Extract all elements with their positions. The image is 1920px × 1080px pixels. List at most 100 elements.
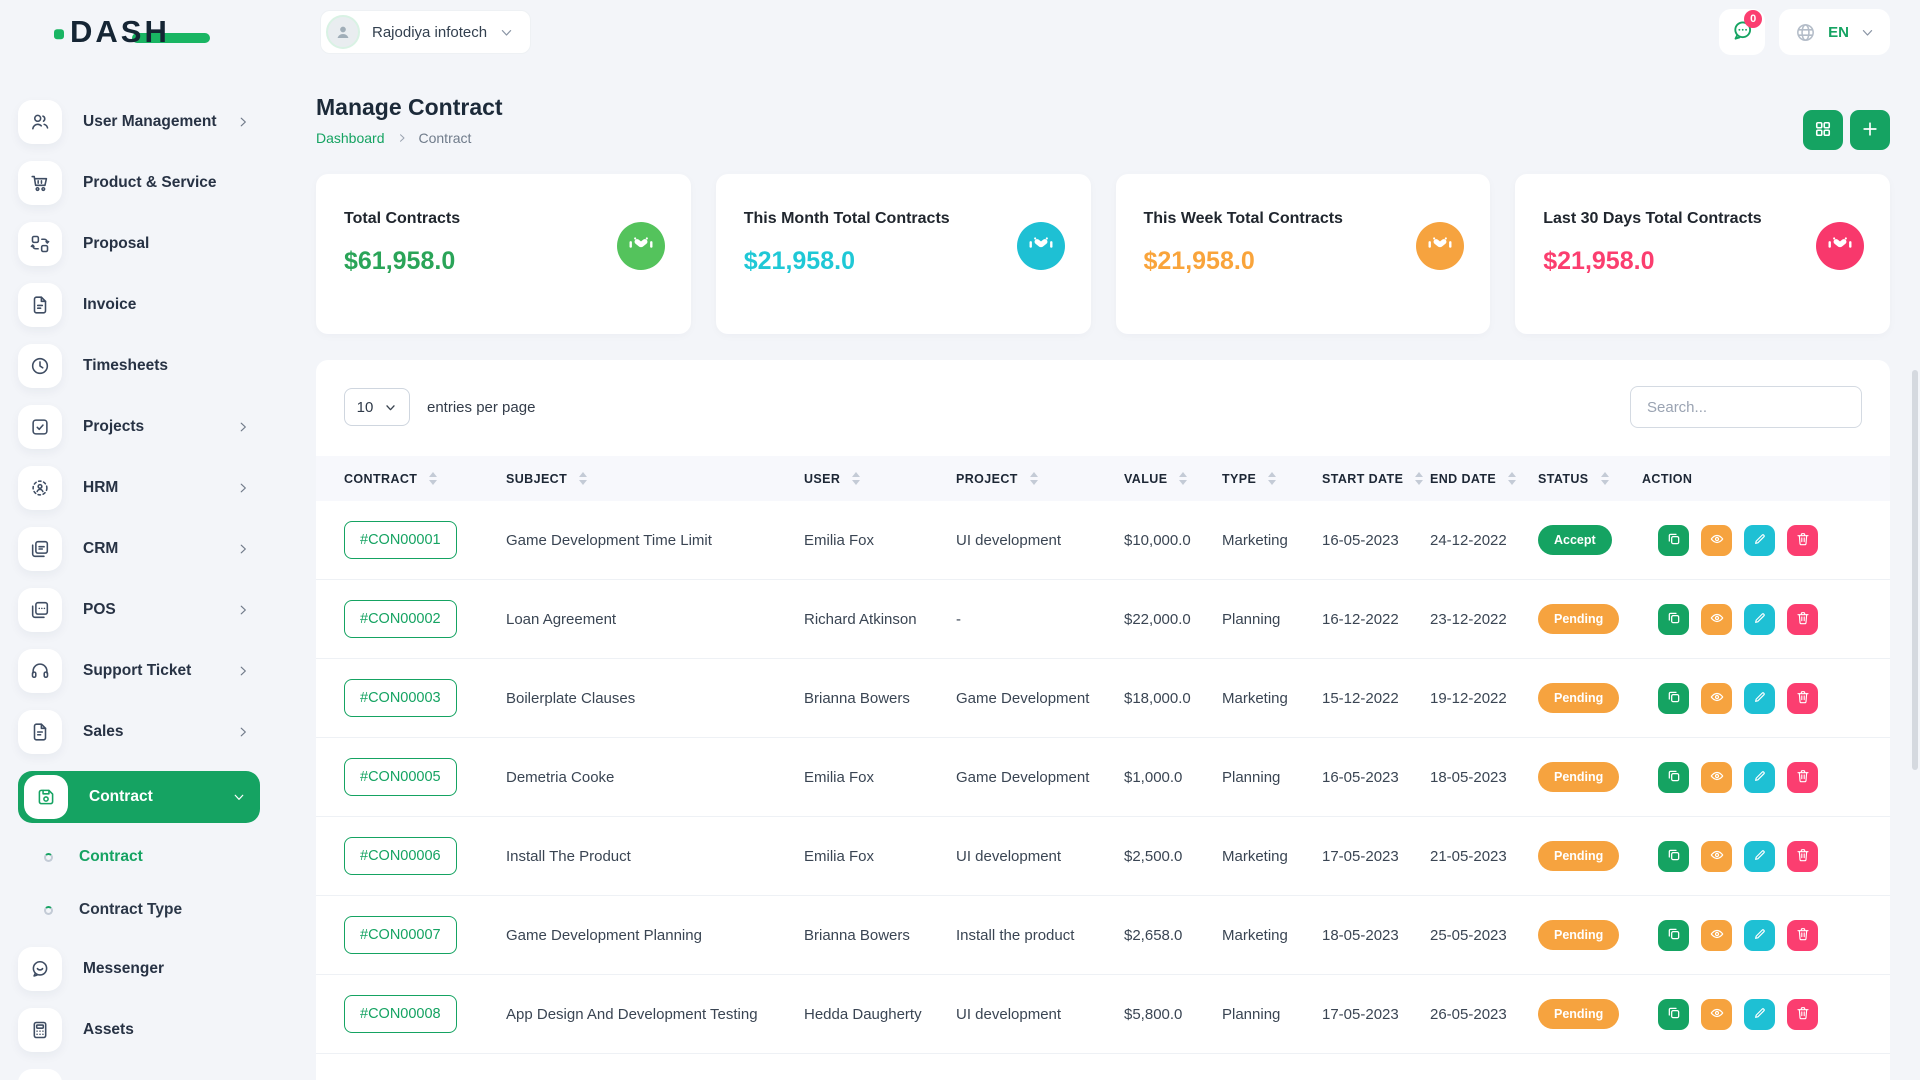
column-header-start-date[interactable]: START DATE: [1322, 472, 1430, 486]
sidebar-item-timesheets[interactable]: Timesheets: [18, 344, 260, 388]
sort-desc-icon: [852, 480, 860, 485]
contract-cell: #CON00007: [316, 916, 506, 954]
column-header-subject[interactable]: SUBJECT: [506, 472, 804, 486]
language-switcher[interactable]: EN: [1779, 9, 1890, 55]
table-row: #CON00007Game Development PlanningBriann…: [316, 896, 1890, 975]
edit-button[interactable]: [1744, 762, 1775, 793]
stat-label: Last 30 Days Total Contracts: [1543, 210, 1761, 228]
copy-button[interactable]: [1658, 683, 1689, 714]
column-label: START DATE: [1322, 472, 1403, 486]
value-cell: $5,800.0: [1124, 1006, 1222, 1023]
status-badge: Pending: [1538, 604, 1619, 634]
edit-button[interactable]: [1744, 999, 1775, 1030]
view-button[interactable]: [1701, 604, 1732, 635]
delete-button[interactable]: [1787, 920, 1818, 951]
column-label: STATUS: [1538, 472, 1589, 486]
sidebar-item-hrm[interactable]: HRM: [18, 466, 260, 510]
sidebar-item-pos[interactable]: POS: [18, 588, 260, 632]
copy-button[interactable]: [1658, 525, 1689, 556]
chevron-right-icon: [236, 542, 250, 556]
column-header-status[interactable]: STATUS: [1538, 472, 1642, 486]
sidebar-item-projects[interactable]: Projects: [18, 405, 260, 449]
view-button[interactable]: [1701, 683, 1732, 714]
sidebar-item-product-service[interactable]: Product & Service: [18, 161, 260, 205]
company-switcher[interactable]: Rajodiya infotech: [320, 10, 531, 54]
column-header-user[interactable]: USER: [804, 472, 956, 486]
delete-button[interactable]: [1787, 999, 1818, 1030]
contract-id-chip[interactable]: #CON00003: [344, 679, 457, 717]
edit-button[interactable]: [1744, 683, 1775, 714]
sidebar-item-messenger[interactable]: Messenger: [18, 947, 260, 991]
entries-per-page-select[interactable]: 10: [344, 388, 410, 426]
copy-button[interactable]: [1658, 604, 1689, 635]
pencil-icon: [1752, 531, 1768, 550]
table-row: #CON00006Install The ProductEmilia FoxUI…: [316, 817, 1890, 896]
hrm-icon: [18, 466, 62, 510]
sidebar-item-contract[interactable]: Contract: [18, 771, 260, 823]
sidebar-item-user-management[interactable]: User Management: [18, 100, 260, 144]
sidebar-item-support-ticket[interactable]: Support Ticket: [18, 649, 260, 693]
eye-icon: [1709, 1005, 1725, 1024]
value-cell: $10,000.0: [1124, 532, 1222, 549]
sidebar-item-label: HRM: [83, 479, 118, 497]
column-header-project[interactable]: PROJECT: [956, 472, 1124, 486]
view-button[interactable]: [1701, 920, 1732, 951]
copy-button[interactable]: [1658, 841, 1689, 872]
contract-id-chip[interactable]: #CON00008: [344, 995, 457, 1033]
contract-id-chip[interactable]: #CON00007: [344, 916, 457, 954]
sort-desc-icon: [1601, 480, 1609, 485]
contract-id-chip[interactable]: #CON00001: [344, 521, 457, 559]
contract-id-chip[interactable]: #CON00005: [344, 758, 457, 796]
handshake-icon: [1827, 231, 1853, 262]
chevron-right-icon: [236, 603, 250, 617]
edit-button[interactable]: [1744, 604, 1775, 635]
brand-logo[interactable]: DASH: [70, 14, 170, 50]
sidebar-item-crm[interactable]: CRM: [18, 527, 260, 571]
contract-id-chip[interactable]: #CON00002: [344, 600, 457, 638]
status-cell: Pending: [1538, 920, 1642, 950]
eye-icon: [1709, 610, 1725, 629]
sidebar-subitem-contract[interactable]: Contract: [44, 837, 300, 877]
grid-view-button[interactable]: [1803, 110, 1843, 150]
view-button[interactable]: [1701, 762, 1732, 793]
view-button[interactable]: [1701, 525, 1732, 556]
delete-button[interactable]: [1787, 841, 1818, 872]
delete-button[interactable]: [1787, 683, 1818, 714]
handshake-icon: [1427, 231, 1453, 262]
delete-button[interactable]: [1787, 762, 1818, 793]
sidebar-item-sales[interactable]: Sales: [18, 710, 260, 754]
bullet-icon: [44, 853, 53, 862]
breadcrumb-dashboard-link[interactable]: Dashboard: [316, 130, 385, 146]
contract-id-chip[interactable]: #CON00006: [344, 837, 457, 875]
copy-icon: [1666, 768, 1682, 787]
column-header-end-date[interactable]: END DATE: [1430, 472, 1538, 486]
sidebar-subitem-contract-type[interactable]: Contract Type: [44, 890, 300, 930]
copy-button[interactable]: [1658, 920, 1689, 951]
copy-button[interactable]: [1658, 999, 1689, 1030]
sort-arrows-icon: [1508, 472, 1516, 485]
view-button[interactable]: [1701, 999, 1732, 1030]
column-label: CONTRACT: [344, 472, 417, 486]
status-badge: Accept: [1538, 525, 1612, 555]
sidebar-item-invoice[interactable]: Invoice: [18, 283, 260, 327]
sidebar-item-proposal[interactable]: Proposal: [18, 222, 260, 266]
edit-button[interactable]: [1744, 920, 1775, 951]
sort-asc-icon: [1601, 472, 1609, 477]
sidebar-item-assets[interactable]: Assets: [18, 1008, 260, 1052]
column-header-contract[interactable]: CONTRACT: [316, 472, 506, 486]
column-header-value[interactable]: VALUE: [1124, 472, 1222, 486]
column-header-type[interactable]: TYPE: [1222, 472, 1322, 486]
status-badge: Pending: [1538, 920, 1619, 950]
delete-button[interactable]: [1787, 525, 1818, 556]
delete-button[interactable]: [1787, 604, 1818, 635]
add-contract-button[interactable]: [1850, 110, 1890, 150]
copy-button[interactable]: [1658, 762, 1689, 793]
edit-button[interactable]: [1744, 841, 1775, 872]
search-input[interactable]: [1630, 386, 1862, 428]
view-button[interactable]: [1701, 841, 1732, 872]
messenger-icon: [18, 947, 62, 991]
scrollbar-thumb[interactable]: [1912, 370, 1918, 770]
sidebar-item-partial[interactable]: [18, 1069, 260, 1080]
edit-button[interactable]: [1744, 525, 1775, 556]
messages-button[interactable]: 0: [1719, 9, 1765, 55]
